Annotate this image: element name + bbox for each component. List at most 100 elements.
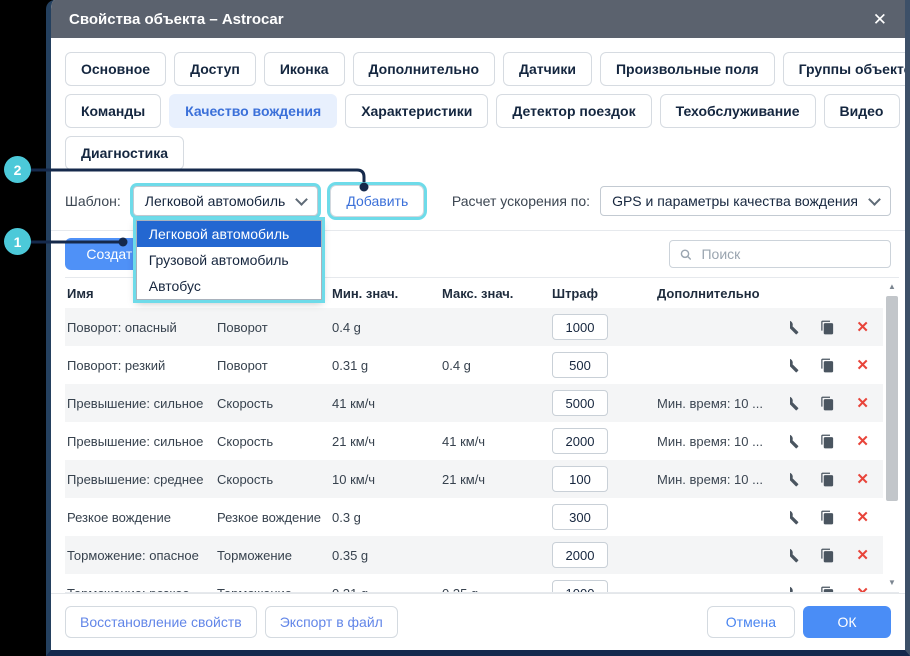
add-template-button[interactable]: Добавить bbox=[330, 185, 424, 217]
close-icon[interactable]: ✕ bbox=[873, 11, 887, 28]
cell-min: 0.4 g bbox=[330, 320, 440, 335]
object-properties-dialog: Свойства объекта – Astrocar ✕ ОсновноеДо… bbox=[46, 0, 910, 656]
delete-icon[interactable]: ✕ bbox=[856, 510, 869, 525]
copy-icon[interactable] bbox=[820, 396, 835, 411]
settings-wrench-icon[interactable] bbox=[790, 472, 799, 487]
tab[interactable]: Диагностика bbox=[65, 136, 184, 170]
export-to-file-button[interactable]: Экспорт в файл bbox=[265, 606, 398, 638]
dropdown-option[interactable]: Автобус bbox=[137, 273, 321, 299]
ok-button[interactable]: ОК bbox=[803, 606, 891, 638]
template-dropdown-list: Легковой автомобильГрузовой автомобильАв… bbox=[136, 220, 322, 300]
scroll-up-icon[interactable]: ▲ bbox=[888, 281, 896, 293]
penalty-input[interactable] bbox=[552, 314, 608, 340]
table-row: Превышение: сильноеСкорость21 км/ч41 км/… bbox=[65, 422, 883, 460]
tab[interactable]: Характеристики bbox=[345, 94, 488, 128]
tab[interactable]: Основное bbox=[65, 52, 166, 86]
copy-icon[interactable] bbox=[820, 358, 835, 373]
delete-icon[interactable]: ✕ bbox=[856, 396, 869, 411]
scrollbar-track[interactable] bbox=[885, 293, 899, 577]
callout-badge-2: 2 bbox=[4, 156, 31, 183]
restore-properties-button[interactable]: Восстановление свойств bbox=[65, 606, 257, 638]
penalty-input[interactable] bbox=[552, 466, 608, 492]
table-scrollbar[interactable]: ▲ ▼ bbox=[885, 281, 899, 589]
delete-icon[interactable]: ✕ bbox=[856, 472, 869, 487]
settings-wrench-icon[interactable] bbox=[790, 396, 799, 411]
tab[interactable]: Детектор поездок bbox=[496, 94, 651, 128]
cell-name: Превышение: сильное bbox=[65, 396, 215, 411]
delete-icon[interactable]: ✕ bbox=[856, 548, 869, 563]
table-body: Поворот: опасныйПоворот0.4 g✕Поворот: ре… bbox=[65, 308, 899, 593]
cell-min: 0.35 g bbox=[330, 548, 440, 563]
cell-category: Скорость bbox=[215, 434, 330, 449]
tab[interactable]: Дополнительно bbox=[353, 52, 495, 86]
chevron-down-icon bbox=[868, 193, 881, 206]
tab-row: ОсновноеДоступИконкаДополнительноДатчики… bbox=[65, 52, 891, 86]
tab[interactable]: Произвольные поля bbox=[600, 52, 775, 86]
cell-name: Торможение: резкое bbox=[65, 586, 215, 594]
penalty-input[interactable] bbox=[552, 580, 608, 593]
cell-category: Резкое вождение bbox=[215, 510, 330, 525]
cell-category: Поворот bbox=[215, 320, 330, 335]
row-actions: ✕ bbox=[790, 510, 883, 525]
row-actions: ✕ bbox=[790, 548, 883, 563]
row-actions: ✕ bbox=[790, 358, 883, 373]
dropdown-option[interactable]: Легковой автомобиль bbox=[137, 221, 321, 247]
settings-wrench-icon[interactable] bbox=[790, 320, 799, 335]
row-actions: ✕ bbox=[790, 586, 883, 594]
penalty-input[interactable] bbox=[552, 352, 608, 378]
tab[interactable]: Техобслуживание bbox=[660, 94, 816, 128]
delete-icon[interactable]: ✕ bbox=[856, 358, 869, 373]
settings-wrench-icon[interactable] bbox=[790, 434, 799, 449]
penalty-input[interactable] bbox=[552, 390, 608, 416]
cell-max: 21 км/ч bbox=[440, 472, 550, 487]
scroll-down-icon[interactable]: ▼ bbox=[888, 577, 896, 589]
tab[interactable]: Датчики bbox=[503, 52, 592, 86]
settings-wrench-icon[interactable] bbox=[790, 510, 799, 525]
penalty-input[interactable] bbox=[552, 428, 608, 454]
delete-icon[interactable]: ✕ bbox=[856, 434, 869, 449]
copy-icon[interactable] bbox=[820, 510, 835, 525]
settings-wrench-icon[interactable] bbox=[790, 586, 799, 594]
search-input[interactable] bbox=[699, 245, 880, 263]
tab[interactable]: Команды bbox=[65, 94, 161, 128]
acceleration-select[interactable]: GPS и параметры качества вождения bbox=[600, 186, 891, 216]
cell-name: Превышение: среднее bbox=[65, 472, 215, 487]
template-select[interactable]: Легковой автомобиль Легковой автомобильГ… bbox=[133, 186, 319, 216]
tab[interactable]: Доступ bbox=[174, 52, 256, 86]
copy-icon[interactable] bbox=[820, 472, 835, 487]
copy-icon[interactable] bbox=[820, 320, 835, 335]
penalty-input[interactable] bbox=[552, 504, 608, 530]
tab[interactable]: Иконка bbox=[264, 52, 345, 86]
cell-category: Торможение bbox=[215, 586, 330, 594]
cell-min: 0.3 g bbox=[330, 510, 440, 525]
callout-badge-1: 1 bbox=[4, 228, 31, 255]
delete-icon[interactable]: ✕ bbox=[856, 320, 869, 335]
cell-extra: Мин. время: 10 ... bbox=[655, 472, 790, 487]
cell-min: 41 км/ч bbox=[330, 396, 440, 411]
cancel-button[interactable]: Отмена bbox=[707, 606, 795, 638]
copy-icon[interactable] bbox=[820, 586, 835, 594]
copy-icon[interactable] bbox=[820, 548, 835, 563]
copy-icon[interactable] bbox=[820, 434, 835, 449]
tab[interactable]: Качество вождения bbox=[169, 94, 337, 128]
cell-category: Скорость bbox=[215, 396, 330, 411]
tab[interactable]: Видео bbox=[824, 94, 900, 128]
penalty-input[interactable] bbox=[552, 542, 608, 568]
row-actions: ✕ bbox=[790, 396, 883, 411]
template-select-value: Легковой автомобиль bbox=[145, 193, 286, 209]
settings-wrench-icon[interactable] bbox=[790, 358, 799, 373]
dropdown-option[interactable]: Грузовой автомобиль bbox=[137, 247, 321, 273]
cell-name: Поворот: опасный bbox=[65, 320, 215, 335]
cell-min: 0.31 g bbox=[330, 586, 440, 594]
acceleration-select-value: GPS и параметры качества вождения bbox=[612, 193, 858, 209]
row-actions: ✕ bbox=[790, 472, 883, 487]
delete-icon[interactable]: ✕ bbox=[856, 586, 869, 594]
tab[interactable]: Группы объектов bbox=[783, 52, 910, 86]
template-row: Шаблон: Легковой автомобиль Легковой авт… bbox=[51, 170, 905, 231]
acceleration-group: Расчет ускорения по: GPS и параметры кач… bbox=[452, 186, 891, 216]
cell-min: 0.31 g bbox=[330, 358, 440, 373]
scrollbar-thumb[interactable] bbox=[886, 296, 898, 501]
settings-wrench-icon[interactable] bbox=[790, 548, 799, 563]
cell-category: Торможение bbox=[215, 548, 330, 563]
cell-name: Резкое вождение bbox=[65, 510, 215, 525]
